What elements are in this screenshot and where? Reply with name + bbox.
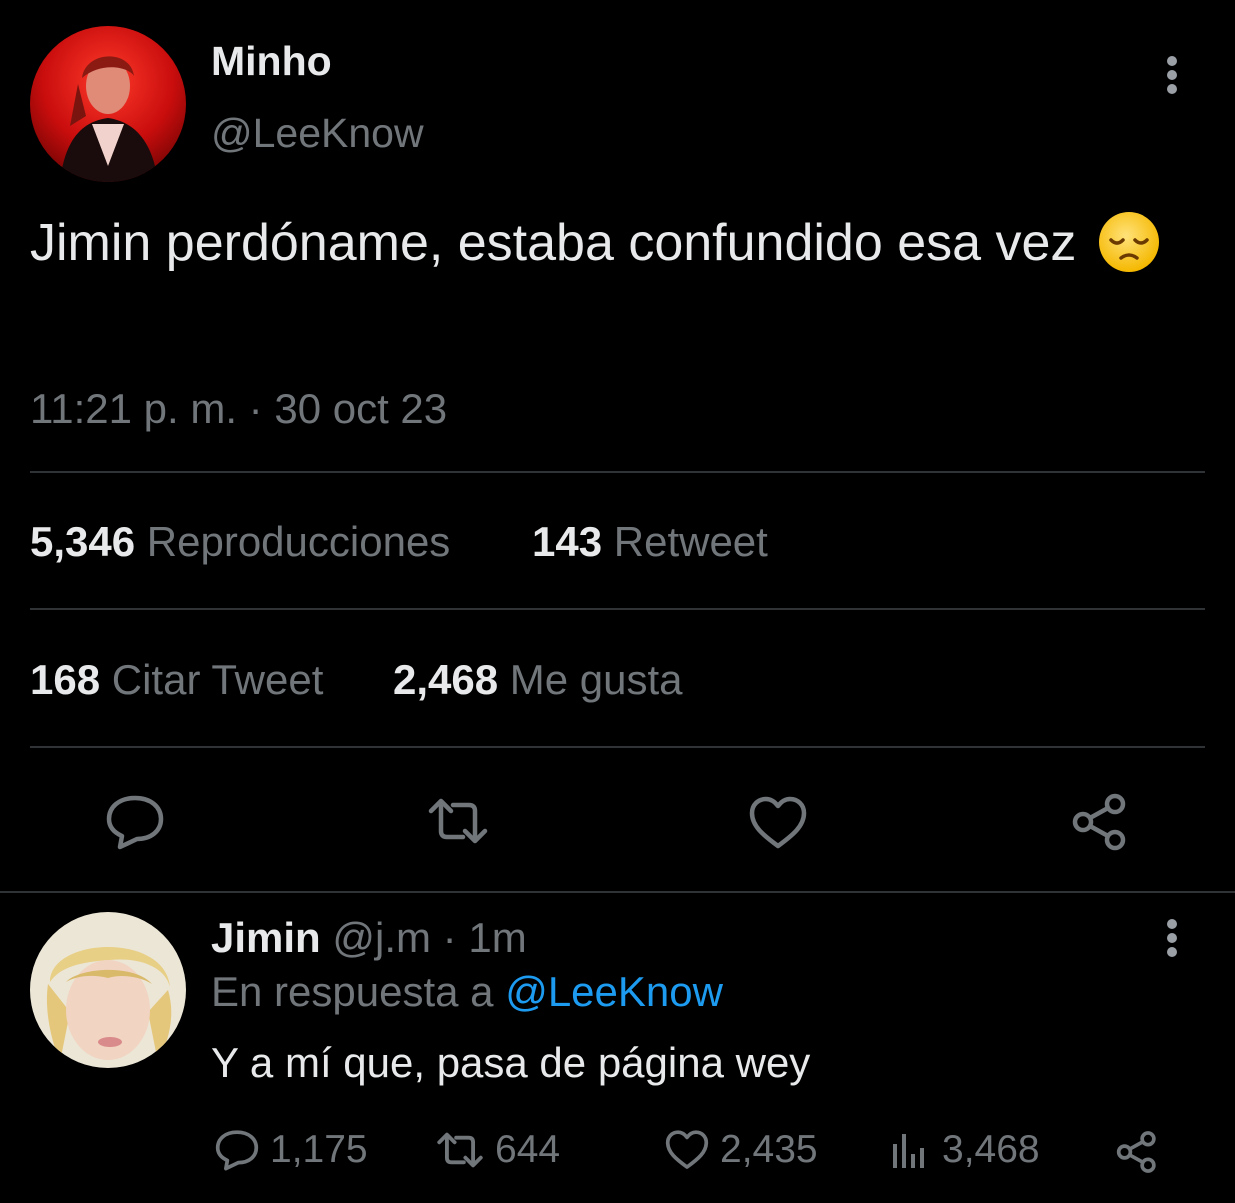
views-stat[interactable]: 5,346 Reproducciones (30, 518, 450, 566)
reply-more-options-icon[interactable] (1162, 918, 1182, 960)
likes-count: 2,468 (393, 656, 499, 703)
divider (30, 471, 1205, 473)
more-options-icon[interactable] (1162, 55, 1182, 97)
retweets-label: Retweet (613, 518, 768, 565)
likes-stat[interactable]: 2,468 Me gusta (393, 656, 683, 704)
reply-views-count: 3,468 (942, 1128, 1040, 1171)
replying-to-prefix: En respuesta a (211, 968, 494, 1015)
reply-time[interactable]: 1m (468, 914, 526, 961)
main-display-name[interactable]: Minho (211, 38, 332, 85)
like-icon[interactable] (747, 795, 809, 851)
views-label: Reproducciones (146, 518, 451, 565)
reply-text: Y a mí que, pasa de página wey (211, 1039, 811, 1086)
replying-to-handle-link[interactable]: @LeeKnow (505, 968, 723, 1015)
quotes-count: 168 (30, 656, 101, 703)
share-icon[interactable] (1114, 1130, 1160, 1174)
reply-separator: · (442, 914, 457, 961)
reply-replies-count: 1,175 (270, 1128, 368, 1171)
views-count: 5,346 (30, 518, 136, 565)
retweet-icon (433, 1130, 487, 1170)
reply-handle[interactable]: @j.m (332, 914, 431, 961)
reply-icon[interactable] (104, 793, 166, 851)
disappointed-face-emoji (1097, 210, 1161, 274)
divider (30, 746, 1205, 748)
reply-views-action[interactable]: 3,468 (890, 1128, 1040, 1172)
quotes-stat[interactable]: 168 Citar Tweet (30, 656, 323, 704)
quotes-label: Citar Tweet (111, 656, 324, 703)
reply-display-name[interactable]: Jimin (211, 914, 321, 961)
retweet-icon[interactable] (423, 795, 493, 847)
reply-replies-action[interactable]: 1,175 (214, 1128, 368, 1172)
tweet-text-body: Jimin perdóname, estaba confundido esa v… (30, 214, 1077, 272)
reply-retweets-count: 644 (495, 1128, 561, 1171)
reply-header: Jimin @j.m · 1m (211, 914, 527, 962)
divider (30, 608, 1205, 610)
views-bar-chart-icon (890, 1130, 930, 1170)
tweet-timestamp[interactable]: 11:21 p. m. · 30 oct 23 (30, 385, 447, 433)
jimin-avatar[interactable] (30, 912, 186, 1068)
like-icon (664, 1129, 710, 1171)
reply-retweets-action[interactable]: 644 (433, 1128, 560, 1172)
reply-likes-count: 2,435 (720, 1128, 818, 1171)
main-handle[interactable]: @LeeKnow (211, 110, 424, 157)
retweets-stat[interactable]: 143 Retweet (532, 518, 768, 566)
share-icon[interactable] (1069, 792, 1131, 852)
tweet-text: Jimin perdóname, estaba confundido esa v… (30, 210, 1180, 274)
reply-icon (214, 1128, 260, 1172)
retweets-count: 143 (532, 518, 603, 565)
likes-label: Me gusta (509, 656, 683, 703)
divider (0, 891, 1235, 893)
minho-avatar[interactable] (30, 26, 186, 182)
replying-to: En respuesta a @LeeKnow (211, 968, 723, 1016)
reply-likes-action[interactable]: 2,435 (664, 1128, 818, 1172)
